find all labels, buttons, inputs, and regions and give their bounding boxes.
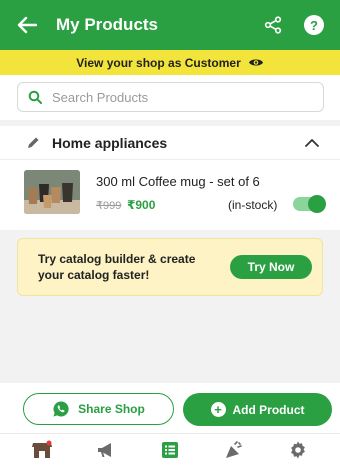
chevron-up-icon[interactable] [304, 138, 320, 148]
app-header: My Products ? [0, 0, 340, 50]
action-bar: Share Shop + Add Product [0, 383, 340, 433]
whatsapp-icon [52, 400, 70, 418]
arrow-left-icon [17, 16, 37, 34]
add-product-button[interactable]: + Add Product [183, 393, 332, 426]
share-button[interactable] [262, 14, 284, 36]
eye-icon [248, 57, 264, 68]
share-shop-button[interactable]: Share Shop [23, 393, 174, 425]
category-header[interactable]: Home appliances [0, 126, 340, 160]
nav-products[interactable] [155, 437, 185, 463]
nav-offers[interactable] [219, 437, 249, 463]
share-shop-label: Share Shop [78, 402, 145, 416]
nav-store[interactable] [27, 437, 57, 463]
stock-status: (in-stock) [228, 198, 278, 212]
try-now-button[interactable]: Try Now [230, 255, 312, 279]
category-section: Home appliances 300 ml Coffee mug - set … [0, 120, 340, 230]
original-price: ₹999 [96, 200, 122, 212]
add-product-label: Add Product [232, 402, 305, 417]
product-image [24, 170, 80, 214]
list-icon [162, 442, 178, 458]
nav-settings[interactable] [283, 437, 313, 463]
nav-marketing[interactable] [91, 437, 121, 463]
bottom-navigation [0, 433, 340, 466]
promo-line-2: your catalog faster! [38, 268, 150, 282]
share-icon [264, 16, 282, 34]
page-title: My Products [56, 15, 159, 34]
promo-line-1: Try catalog builder & create [38, 252, 196, 266]
megaphone-icon [98, 443, 111, 457]
help-button[interactable]: ? [304, 15, 324, 35]
sale-price: ₹900 [127, 198, 156, 212]
search-box[interactable] [17, 82, 324, 112]
promo-text: Try catalog builder & create your catalo… [38, 251, 230, 283]
search-icon [28, 90, 42, 104]
product-row[interactable]: 300 ml Coffee mug - set of 6 ₹999 ₹900 (… [0, 160, 340, 220]
view-as-customer-banner[interactable]: View your shop as Customer [0, 50, 340, 75]
search-input[interactable] [52, 89, 292, 105]
back-button[interactable] [14, 12, 40, 38]
store-icon [32, 440, 52, 458]
pencil-icon[interactable] [26, 136, 40, 150]
banner-text: View your shop as Customer [76, 55, 241, 70]
catalog-builder-promo: Try catalog builder & create your catalo… [17, 238, 323, 296]
party-icon [226, 441, 242, 458]
plus-icon: + [210, 402, 226, 417]
toggle-knob [308, 195, 326, 213]
product-name: 300 ml Coffee mug - set of 6 [96, 174, 260, 189]
search-section [0, 75, 340, 120]
category-name: Home appliances [52, 134, 168, 151]
stock-toggle[interactable] [293, 195, 326, 213]
gear-icon [291, 441, 305, 459]
